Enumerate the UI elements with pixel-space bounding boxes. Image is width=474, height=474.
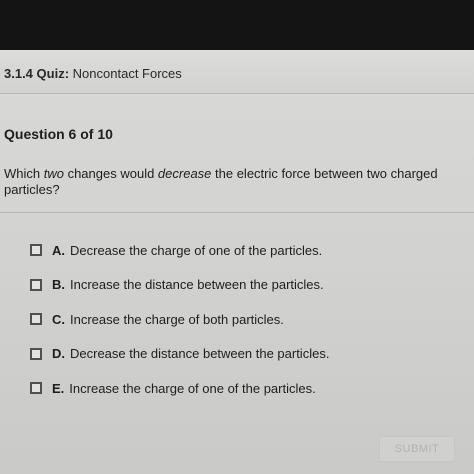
option-text: Increase the charge of one of the partic… <box>69 380 316 396</box>
divider <box>0 212 474 213</box>
quiz-name: Noncontact Forces <box>72 66 182 81</box>
photo-frame: 3.1.4 Quiz: Noncontact Forces Question 6… <box>0 0 474 474</box>
quiz-screen: 3.1.4 Quiz: Noncontact Forces Question 6… <box>0 50 474 474</box>
option-letter: D. <box>52 346 65 362</box>
checkbox[interactable] <box>30 382 42 395</box>
question-counter: Question 6 of 10 <box>4 126 113 142</box>
option-letter: B. <box>52 277 65 293</box>
submit-button[interactable]: SUBMIT <box>379 436 455 462</box>
prompt-emphasis-two: two <box>43 166 64 181</box>
option-text: Decrease the distance between the partic… <box>70 346 330 362</box>
checkbox[interactable] <box>30 278 42 291</box>
prompt-text: Which <box>4 166 44 181</box>
option-text: Increase the charge of both particles. <box>70 311 284 327</box>
option-letter: C. <box>52 311 65 327</box>
option-c[interactable]: C. Increase the charge of both particles… <box>30 302 329 337</box>
option-e[interactable]: E. Increase the charge of one of the par… <box>30 371 329 406</box>
quiz-title: 3.1.4 Quiz: Noncontact Forces <box>4 66 182 81</box>
option-letter: E. <box>52 380 65 396</box>
option-text: Increase the distance between the partic… <box>70 277 324 293</box>
checkbox[interactable] <box>30 347 42 360</box>
checkbox[interactable] <box>30 244 42 257</box>
checkbox[interactable] <box>30 313 42 326</box>
option-d[interactable]: D. Decrease the distance between the par… <box>30 337 329 372</box>
prompt-emphasis-decrease: decrease <box>157 166 212 181</box>
quiz-code: 3.1.4 <box>4 66 33 81</box>
option-b[interactable]: B. Increase the distance between the par… <box>30 268 329 303</box>
answer-options: A. Decrease the charge of one of the par… <box>30 233 329 406</box>
question-prompt: Which two changes would decrease the ele… <box>4 166 472 198</box>
option-letter: A. <box>52 242 65 258</box>
option-a[interactable]: A. Decrease the charge of one of the par… <box>30 233 329 268</box>
quiz-header: 3.1.4 Quiz: Noncontact Forces <box>0 50 474 94</box>
option-text: Decrease the charge of one of the partic… <box>70 242 323 258</box>
prompt-text: changes would <box>63 166 158 181</box>
quiz-kind: Quiz: <box>36 66 70 81</box>
